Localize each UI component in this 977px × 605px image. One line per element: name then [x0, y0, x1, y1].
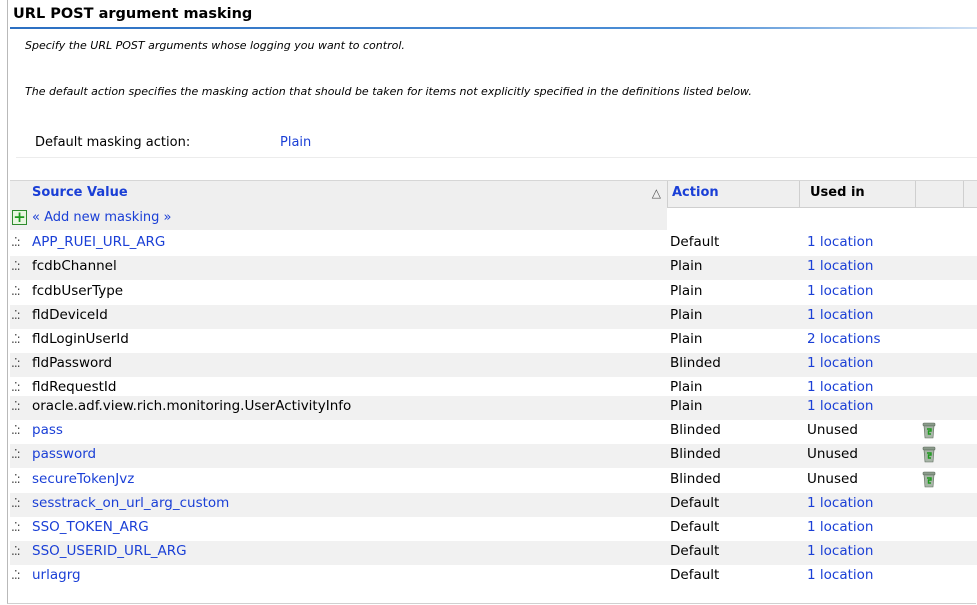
drag-handle-icon[interactable]: .⁚:: [11, 259, 21, 273]
source-value-link[interactable]: APP_RUEI_URL_ARG: [32, 234, 165, 250]
drag-handle-icon[interactable]: .⁚:: [11, 284, 21, 298]
used-in-locations-link[interactable]: 1 location: [807, 283, 873, 299]
drag-handle-icon[interactable]: .⁚:: [11, 496, 21, 510]
source-value-link[interactable]: fcdbUserType: [32, 283, 123, 299]
used-in-locations-link[interactable]: 1 location: [807, 379, 873, 395]
source-value-link[interactable]: SSO_USERID_URL_ARG: [32, 543, 187, 559]
drag-handle-icon[interactable]: .⁚:: [11, 308, 21, 322]
used-in-status: Unused: [807, 471, 858, 487]
used-in-locations-link[interactable]: 1 location: [807, 495, 873, 511]
title-divider: [10, 27, 977, 29]
table-row: .⁚: fcdbChannel Plain 1 location: [10, 256, 977, 280]
action-value: Blinded: [670, 355, 721, 371]
used-in-locations-link[interactable]: 1 location: [807, 398, 873, 414]
column-header-source-label: Source Value: [32, 185, 128, 200]
table-row: .⁚: fcdbUserType Plain 1 location: [10, 281, 977, 305]
used-in-locations-link[interactable]: 1 location: [807, 519, 873, 535]
table-row: .⁚: fldDeviceId Plain 1 location: [10, 305, 977, 329]
table-row: .⁚: fldLoginUserId Plain 2 locations: [10, 329, 977, 353]
source-value-link[interactable]: pass: [32, 422, 63, 438]
table-row: .⁚: urlagrg Default 1 location: [10, 565, 977, 589]
source-value-link[interactable]: secureTokenJvz: [32, 471, 134, 487]
drag-handle-icon[interactable]: .⁚:: [11, 447, 21, 461]
drag-handle-icon[interactable]: .⁚:: [11, 356, 21, 370]
table-row: .⁚: sesstrack_on_url_arg_custom Default 1 l…: [10, 493, 977, 517]
table-row: .⁚: fldPassword Blinded 1 location: [10, 353, 977, 377]
grid-header: Source Value △ Action Used in: [10, 180, 977, 208]
panel-title: URL POST argument masking: [13, 6, 253, 22]
action-value: Default: [670, 495, 720, 511]
table-row: .⁚: secureTokenJvz Blinded Unused: [10, 469, 977, 493]
action-value: Plain: [670, 307, 703, 323]
used-in-locations-link[interactable]: 1 location: [807, 355, 873, 371]
drag-handle-icon[interactable]: .⁚:: [11, 380, 21, 394]
drag-handle-icon[interactable]: .⁚:: [11, 520, 21, 534]
used-in-locations-link[interactable]: 1 location: [807, 234, 873, 250]
action-value: Plain: [670, 258, 703, 274]
used-in-locations-link[interactable]: 1 location: [807, 543, 873, 559]
column-header-delete: [916, 181, 964, 207]
table-row: .⁚: password Blinded Unused: [10, 444, 977, 468]
sort-ascending-icon: △: [651, 186, 661, 200]
add-masking-row: + « Add new masking »: [10, 207, 667, 230]
column-header-action[interactable]: Action: [670, 181, 800, 207]
table-row: .⁚: pass Blinded Unused: [10, 420, 977, 444]
action-value: Default: [670, 519, 720, 535]
source-value-link[interactable]: oracle.adf.view.rich.monitoring.UserActi…: [32, 398, 351, 414]
source-value-link[interactable]: fldRequestId: [32, 379, 116, 395]
source-value-link[interactable]: sesstrack_on_url_arg_custom: [32, 495, 229, 511]
drag-handle-icon[interactable]: .⁚:: [11, 568, 21, 582]
table-row: .⁚: APP_RUEI_URL_ARG Default 1 location: [10, 232, 977, 256]
default-masking-label: Default masking action:: [35, 135, 191, 150]
action-value: Plain: [670, 283, 703, 299]
action-value: Plain: [670, 331, 703, 347]
action-value: Blinded: [670, 471, 721, 487]
table-row: .⁚: SSO_TOKEN_ARG Default 1 location: [10, 517, 977, 541]
default-action-description: The default action specifies the masking…: [25, 85, 752, 98]
used-in-status: Unused: [807, 422, 858, 438]
drag-handle-icon[interactable]: .⁚:: [11, 332, 21, 346]
action-value: Default: [670, 543, 720, 559]
drag-handle-icon[interactable]: .⁚:: [11, 399, 21, 413]
drag-handle-icon[interactable]: .⁚:: [11, 472, 21, 486]
used-in-status: Unused: [807, 446, 858, 462]
action-value: Plain: [670, 379, 703, 395]
trash-icon[interactable]: [922, 471, 936, 488]
description-text: Specify the URL POST arguments whose log…: [25, 39, 405, 52]
source-value-link[interactable]: fldDeviceId: [32, 307, 108, 323]
drag-handle-icon[interactable]: .⁚:: [11, 544, 21, 558]
trash-icon[interactable]: [922, 422, 936, 439]
source-value-link[interactable]: SSO_TOKEN_ARG: [32, 519, 149, 535]
trash-icon[interactable]: [922, 446, 936, 463]
source-value-link[interactable]: password: [32, 446, 96, 462]
drag-handle-icon[interactable]: .⁚:: [11, 423, 21, 437]
default-masking-value-link[interactable]: Plain: [280, 135, 311, 150]
drag-handle-icon[interactable]: .⁚:: [11, 235, 21, 249]
add-plus-icon[interactable]: +: [12, 210, 27, 225]
action-value: Default: [670, 567, 720, 583]
source-value-link[interactable]: fldLoginUserId: [32, 331, 129, 347]
table-row: .⁚: fldRequestId Plain 1 location: [10, 377, 977, 396]
used-in-locations-link[interactable]: 2 locations: [807, 331, 880, 347]
source-value-link[interactable]: urlagrg: [32, 567, 81, 583]
used-in-locations-link[interactable]: 1 location: [807, 307, 873, 323]
default-masking-row: Default masking action: Plain: [16, 131, 977, 158]
column-header-used-in: Used in: [800, 181, 916, 207]
action-value: Blinded: [670, 446, 721, 462]
action-value: Blinded: [670, 422, 721, 438]
source-value-link[interactable]: fldPassword: [32, 355, 112, 371]
add-new-masking-link[interactable]: « Add new masking »: [32, 210, 172, 225]
action-value: Plain: [670, 398, 703, 414]
used-in-locations-link[interactable]: 1 location: [807, 567, 873, 583]
column-header-source-value[interactable]: Source Value △: [32, 181, 668, 207]
table-row: .⁚: SSO_USERID_URL_ARG Default 1 location: [10, 541, 977, 565]
action-value: Default: [670, 234, 720, 250]
table-row: .⁚: oracle.adf.view.rich.monitoring.UserA…: [10, 396, 977, 420]
source-value-link[interactable]: fcdbChannel: [32, 258, 117, 274]
used-in-locations-link[interactable]: 1 location: [807, 258, 873, 274]
